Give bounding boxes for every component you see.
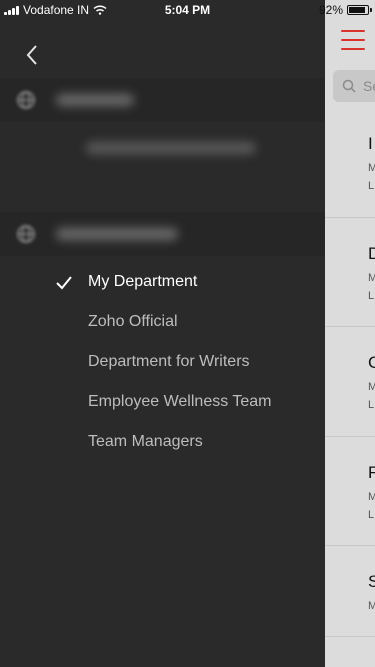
globe-icon [17,225,35,243]
list-item[interactable]: I M L [325,108,375,218]
item-meta: M [368,600,375,612]
department-item-writers[interactable]: Department for Writers [88,353,250,371]
item-title: I [368,134,373,153]
list-item[interactable]: C M L [325,327,375,437]
side-drawer: My Department Zoho Official Department f… [0,0,325,667]
item-meta: M [368,491,375,503]
item-title: S [368,572,375,591]
main-content-peek[interactable]: Se I M L D M L C M L F M L S M [325,0,375,667]
battery-percent: 92% [318,3,343,17]
content-topbar [325,20,375,68]
item-title: F [368,463,375,482]
globe-icon [17,91,35,109]
list-item[interactable]: D M L [325,218,375,327]
search-placeholder: Se [363,78,375,94]
item-meta: L [368,180,375,192]
item-meta: L [368,290,375,302]
department-item-my-department[interactable]: My Department [88,273,197,291]
portal-section-header[interactable] [0,78,325,122]
department-item-team-managers[interactable]: Team Managers [88,433,203,451]
department-item-employee-wellness[interactable]: Employee Wellness Team [88,393,272,411]
search-input[interactable]: Se [333,70,375,102]
workspace-section-header[interactable] [0,212,325,256]
list-item[interactable]: S M [325,546,375,637]
hamburger-icon[interactable] [341,30,365,52]
portal-name-blurred [56,94,134,106]
department-item-zoho-official[interactable]: Zoho Official [88,313,178,331]
list-item[interactable]: F M L [325,437,375,546]
back-button[interactable] [20,40,48,70]
item-meta: L [368,509,375,521]
item-meta: L [368,399,375,411]
status-right: 92% [318,3,372,17]
item-title: C [368,353,375,372]
item-meta: M [368,272,375,284]
search-icon [342,79,356,93]
item-meta: M [368,162,375,174]
battery-icon [347,5,372,15]
chevron-left-icon [26,45,37,65]
item-meta: M [368,381,375,393]
item-title: D [368,244,375,263]
portal-subtitle-blurred [86,142,256,154]
checkmark-icon [56,276,72,290]
workspace-name-blurred [56,228,178,240]
status-bar: Vodafone IN 5:04 PM 92% [0,0,375,20]
